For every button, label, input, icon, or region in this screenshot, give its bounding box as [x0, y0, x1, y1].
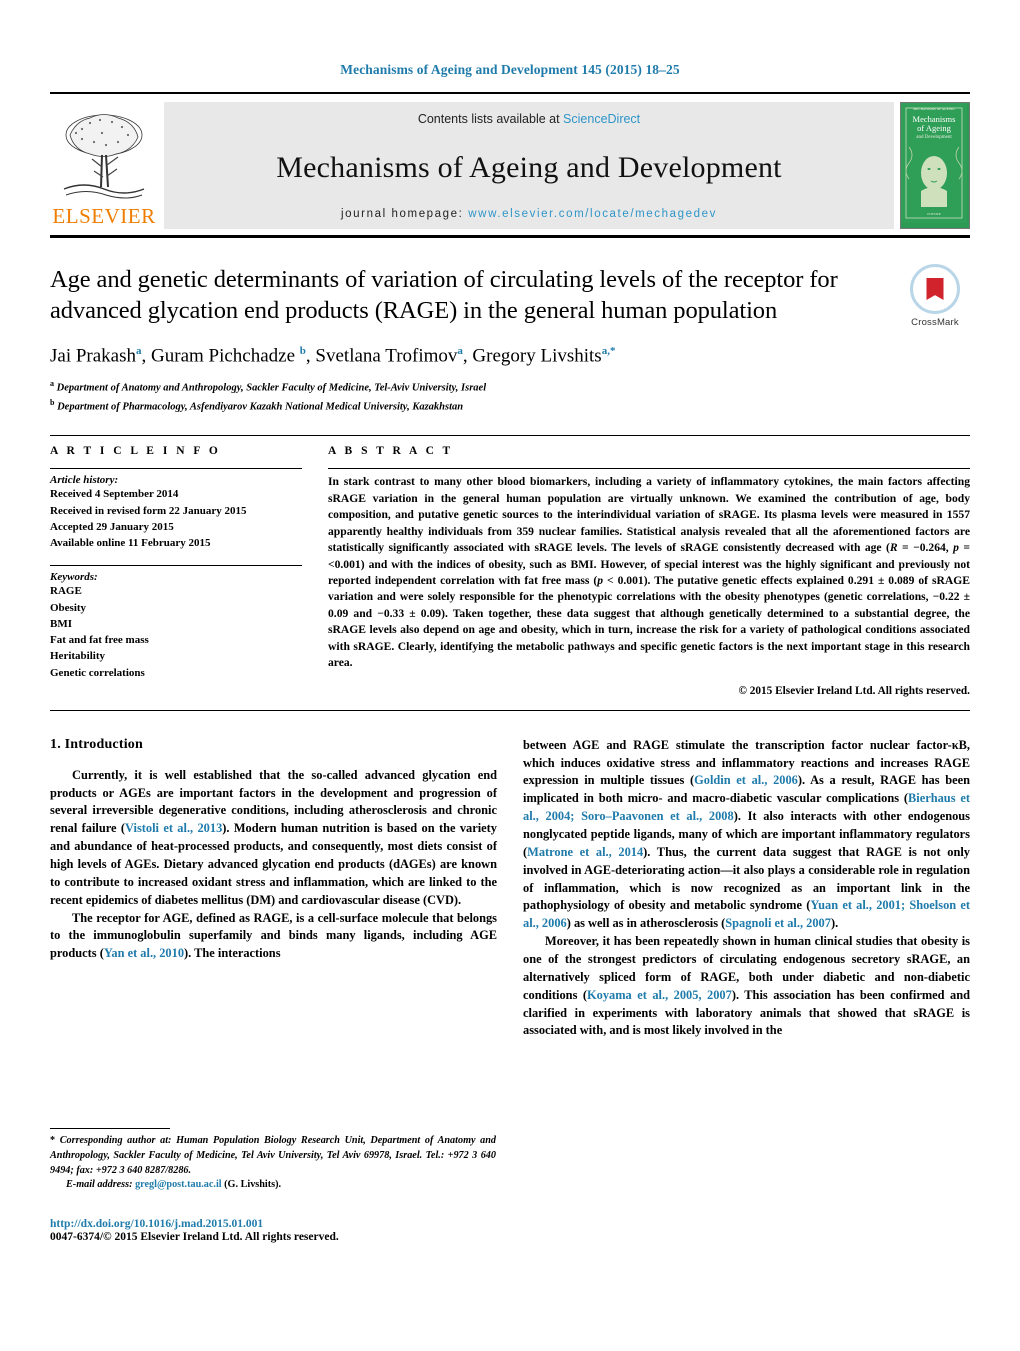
corresponding-author-text: * Corresponding author at: Human Populat…: [50, 1135, 496, 1176]
crossmark-label: CrossMark: [911, 317, 959, 328]
abstract-text: In stark contrast to many other blood bi…: [328, 475, 970, 670]
history-item: Accepted 29 January 2015: [50, 520, 174, 533]
body-paragraph: The receptor for AGE, defined as RAGE, i…: [50, 910, 497, 961]
body-paragraph: Moreover, it has been repeatedly shown i…: [523, 934, 970, 1038]
keyword-item: Genetic correlations: [50, 666, 145, 679]
abstract-column: A B S T R A C T In stark contrast to man…: [328, 445, 970, 697]
affiliation-marker-b: b: [50, 397, 55, 407]
body-paragraph: between AGE and RAGE stimulate the trans…: [523, 737, 970, 931]
abstract-bottom-divider: [50, 709, 970, 711]
corresponding-author-footnote: * Corresponding author at: Human Populat…: [50, 1128, 496, 1193]
affiliation-b: b Department of Pharmacology, Asfendiyar…: [50, 397, 884, 416]
affiliation-a: a Department of Anatomy and Anthropology…: [50, 378, 884, 397]
keywords-block: Keywords: RAGE Obesity BMI Fat and fat f…: [50, 571, 302, 681]
history-item: Received in revised form 22 January 2015: [50, 504, 247, 517]
article-info-column: A R T I C L E I N F O Article history: R…: [50, 445, 302, 696]
abstract-rule: [328, 468, 970, 470]
article-history-list: Received 4 September 2014 Received in re…: [50, 486, 302, 551]
keyword-item: Obesity: [50, 601, 87, 614]
abstract-copyright: © 2015 Elsevier Ireland Ltd. All rights …: [738, 684, 970, 697]
journal-masthead: ELSEVIER Contents lists available at Sci…: [50, 92, 970, 229]
journal-band: Contents lists available at ScienceDirec…: [164, 102, 894, 229]
crossmark-badge[interactable]: CrossMark: [900, 264, 970, 328]
page-title: Age and genetic determinants of variatio…: [50, 266, 838, 325]
affiliation-marker-a: a: [50, 378, 54, 388]
elsevier-wordmark: ELSEVIER: [52, 204, 156, 228]
article-info-heading: A R T I C L E I N F O: [50, 445, 221, 458]
email-line[interactable]: E-mail address: gregl@post.tau.ac.il (G.…: [50, 1178, 496, 1193]
history-item: Available online 11 February 2015: [50, 537, 211, 550]
cover-art: MECHANISMS OF AGEING Mechanisms of Agein…: [901, 103, 967, 223]
affiliation-text-b: Department of Pharmacology, Asfendiyarov…: [57, 401, 464, 412]
homepage-prefix: journal homepage:: [341, 208, 469, 220]
doi-link[interactable]: http://dx.doi.org/10.1016/j.mad.2015.01.…: [50, 1218, 496, 1230]
section-heading-introduction: 1. Introduction: [50, 736, 143, 752]
elsevier-logo: ELSEVIER: [50, 102, 158, 229]
issn-copyright-line: 0047-6374/© 2015 Elsevier Ireland Ltd. A…: [50, 1231, 339, 1243]
keyword-item: Heritability: [50, 650, 105, 663]
elsevier-tree-icon: [63, 114, 145, 199]
body-columns: 1. Introduction Currently, it is well es…: [50, 737, 970, 1041]
footnote-rule: [50, 1128, 170, 1129]
history-rule: [50, 468, 302, 470]
svg-text:of Ageing: of Ageing: [917, 123, 952, 133]
article-history-label: Article history:: [50, 474, 119, 487]
keywords-label: Keywords:: [50, 571, 98, 584]
sciencedirect-link[interactable]: ScienceDirect: [563, 112, 640, 126]
contents-available-line: Contents lists available at ScienceDirec…: [418, 112, 640, 126]
journal-cover-thumbnail: MECHANISMS OF AGEING Mechanisms of Agein…: [900, 102, 970, 229]
running-head: Mechanisms of Ageing and Development 145…: [340, 62, 680, 77]
info-abstract-grid: A R T I C L E I N F O Article history: R…: [50, 436, 970, 697]
title-block: Age and genetic determinants of variatio…: [50, 264, 970, 415]
journal-homepage-link[interactable]: www.elsevier.com/locate/mechagedev: [468, 208, 717, 220]
history-item: Received 4 September 2014: [50, 488, 179, 501]
svg-text:and Development: and Development: [916, 135, 952, 140]
contents-prefix: Contents lists available at: [417, 112, 564, 126]
journal-title: Mechanisms of Ageing and Development: [276, 151, 782, 184]
keyword-item: BMI: [50, 617, 72, 630]
doi-block: http://dx.doi.org/10.1016/j.mad.2015.01.…: [50, 1218, 496, 1243]
body-paragraph: Currently, it is well established that t…: [50, 767, 498, 907]
journal-article-page: Mechanisms of Ageing and Development 145…: [0, 0, 1020, 1351]
affiliations: a Department of Anatomy and Anthropology…: [50, 378, 884, 416]
svg-text:MECHANISMS OF AGEING: MECHANISMS OF AGEING: [913, 107, 955, 111]
masthead-divider: [50, 235, 970, 238]
keywords-list: RAGE Obesity BMI Fat and fat free mass H…: [50, 583, 302, 681]
body-column-left: 1. Introduction Currently, it is well es…: [50, 737, 497, 1041]
keyword-item: RAGE: [50, 585, 82, 598]
affiliation-text-a: Department of Anatomy and Anthropology, …: [56, 382, 487, 394]
keyword-item: Fat and fat free mass: [50, 634, 149, 647]
author-list: Jai Prakasha, Guram Pichchadze b, Svetla…: [50, 344, 616, 367]
article-history: Article history: Received 4 September 20…: [50, 474, 302, 551]
body-column-right: between AGE and RAGE stimulate the trans…: [523, 737, 970, 1041]
crossmark-icon: [910, 264, 960, 314]
svg-text:ELSEVIER: ELSEVIER: [927, 213, 940, 216]
abstract-heading: A B S T R A C T: [328, 445, 454, 458]
keywords-rule: [50, 565, 302, 567]
journal-homepage-line: journal homepage: www.elsevier.com/locat…: [341, 208, 717, 220]
